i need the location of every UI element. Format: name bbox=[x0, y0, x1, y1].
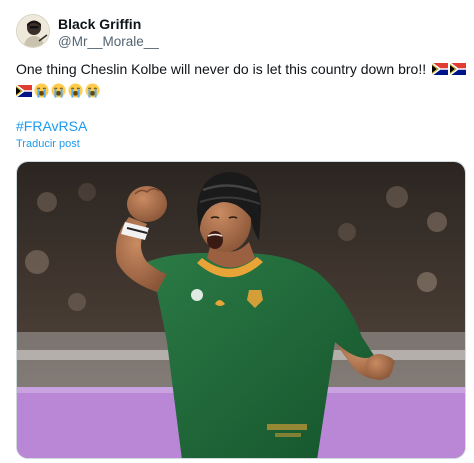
rugby-player-photo bbox=[17, 162, 465, 458]
loudly-crying-face-icon bbox=[34, 83, 49, 98]
emoji-line bbox=[16, 82, 466, 100]
tweet-text: One thing Cheslin Kolbe will never do is… bbox=[16, 60, 466, 100]
avatar-illustration-icon bbox=[17, 15, 49, 47]
south-africa-flag-icon bbox=[16, 85, 32, 97]
loudly-crying-face-icon bbox=[85, 83, 100, 98]
south-africa-flag-icon bbox=[450, 63, 466, 75]
avatar[interactable] bbox=[16, 14, 50, 48]
south-africa-flag-icon bbox=[432, 63, 448, 75]
tweet-photo[interactable] bbox=[16, 161, 466, 459]
author-handle[interactable]: @Mr__Morale__ bbox=[58, 34, 159, 49]
translate-post-link[interactable]: Traducir post bbox=[16, 138, 80, 150]
tweet-card: Black Griffin @Mr__Morale__ One thing Ch… bbox=[0, 0, 474, 463]
author-display-name[interactable]: Black Griffin bbox=[58, 16, 141, 32]
hashtag-link[interactable]: #FRAvRSA bbox=[16, 118, 87, 134]
tweet-body-text: One thing Cheslin Kolbe will never do is… bbox=[16, 61, 427, 77]
loudly-crying-face-icon bbox=[51, 83, 66, 98]
loudly-crying-face-icon bbox=[68, 83, 83, 98]
